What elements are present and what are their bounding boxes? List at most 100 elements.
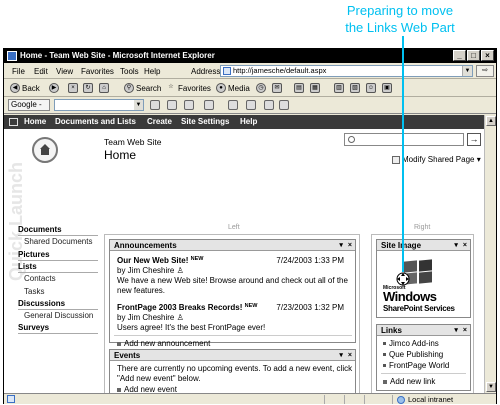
back-arrow-icon: ◀ [10,83,20,93]
search-go-button[interactable]: → [467,133,481,146]
messenger-button[interactable]: ☺ [366,83,376,93]
ql-discussions[interactable]: Discussions [18,299,65,308]
scroll-up-icon[interactable]: ▲ [486,116,496,126]
back-button[interactable]: ◀ Back [10,83,40,93]
nav-site-settings[interactable]: Site Settings [181,115,229,129]
favorites-button[interactable]: ☆ Favorites [166,83,211,93]
web-part-close-icon[interactable]: × [463,240,467,251]
ql-pictures[interactable]: Pictures [18,250,50,259]
site-search-input[interactable] [344,133,464,146]
ql-general-discussion[interactable]: General Discussion [24,311,93,320]
nav-create[interactable]: Create [147,115,172,129]
page-viewport: Home Documents and Lists Create Site Set… [4,115,484,393]
callout-line-2: the Links Web Part [345,20,455,35]
web-part-close-icon[interactable]: × [463,325,467,336]
ql-lists[interactable]: Lists [18,262,37,271]
discuss-button[interactable]: ▥ [334,83,344,93]
web-part-menu-icon[interactable]: ▾ [454,240,458,251]
media-button[interactable]: ● Media [216,83,250,93]
web-part-close-icon[interactable]: × [348,240,352,251]
ql-surveys[interactable]: Surveys [18,323,49,332]
mail-button[interactable]: ✉ [272,83,282,93]
bullet-icon [383,379,387,384]
page-title: Home [104,148,137,162]
left-zone-label: Left [228,224,240,231]
menu-file[interactable]: File [12,67,25,76]
google-highlight-icon[interactable] [279,100,289,110]
address-input[interactable]: http://jamesche/default.aspx ▼ [220,65,473,77]
google-images-icon[interactable] [184,100,194,110]
search-icon: ⚲ [124,83,134,93]
web-part-menu-icon[interactable]: ▾ [454,325,458,336]
vertical-scrollbar[interactable]: ▲ ▼ [484,115,496,393]
print-icon: ▤ [294,83,304,93]
ql-documents[interactable]: Documents [18,225,62,234]
google-news-icon[interactable] [204,100,214,110]
modify-shared-page-link[interactable]: Modify Shared Page ▾ [392,155,481,164]
add-new-announcement-link[interactable]: Add new announcement [117,339,210,348]
search-button[interactable]: ⚲ Search [124,83,161,93]
announcement-title-link[interactable]: FrontPage 2003 Breaks Records! NEW [117,303,257,312]
menu-favorites[interactable]: Favorites [81,67,114,76]
site-image-title-bar[interactable]: Site Image ▾ × [377,240,470,251]
google-info-icon[interactable] [228,100,238,110]
menu-edit[interactable]: Edit [34,67,48,76]
refresh-button[interactable]: ↻ [83,83,93,93]
announcements-title-bar[interactable]: Announcements ▾ × [110,240,355,251]
callout-line-1: Preparing to move [346,3,454,18]
new-badge: NEW [190,256,204,262]
web-part-menu-icon[interactable]: ▾ [339,240,343,251]
edit-button[interactable]: ▦ [310,83,320,93]
google-search-input[interactable]: ▼ [54,99,144,111]
links-web-part: Links ▾ × Jimco Add-ins Que Publishing F… [376,324,471,391]
events-title-bar[interactable]: Events ▾ × [110,350,355,361]
forward-button[interactable]: ▶ [49,83,59,93]
title-bar[interactable]: Home - Team Web Site - Microsoft Interne… [4,49,496,63]
media-label: Media [228,83,250,93]
site-logo-icon[interactable] [32,137,58,163]
nav-documents-and-lists[interactable]: Documents and Lists [55,115,136,129]
link-item[interactable]: Jimco Add-ins [383,339,439,348]
tool-button[interactable]: ▣ [382,83,392,93]
menu-tools[interactable]: Tools [120,67,139,76]
web-part-close-icon[interactable]: × [348,350,352,361]
announcement-date: 7/23/2003 1:32 PM [276,303,344,312]
google-dropdown-icon[interactable]: ▼ [134,100,143,110]
google-up-icon[interactable] [264,100,274,110]
maximize-button[interactable]: □ [467,50,480,61]
menu-help[interactable]: Help [144,67,160,76]
ql-shared-documents[interactable]: Shared Documents [24,237,92,246]
google-search-icon[interactable] [150,100,160,110]
research-button[interactable]: ▧ [350,83,360,93]
bullet-icon [117,341,121,346]
status-page-icon [7,395,15,403]
history-button[interactable]: ◷ [256,83,266,93]
stop-button[interactable]: × [68,83,78,93]
edit-icon: ▦ [310,83,320,93]
web-part-menu-icon[interactable]: ▾ [339,350,343,361]
menu-view[interactable]: View [56,67,73,76]
scroll-down-icon[interactable]: ▼ [486,382,496,392]
address-dropdown-icon[interactable]: ▼ [462,66,472,76]
link-item[interactable]: FrontPage World [383,361,449,370]
home-button[interactable]: ⌂ [99,83,109,93]
person-icon: ♙ [176,313,184,322]
add-new-event-link[interactable]: Add new event [117,385,177,393]
go-button[interactable]: ⇨ [476,65,494,77]
nav-home[interactable]: Home [24,115,46,129]
minimize-button[interactable]: _ [453,50,466,61]
nav-help[interactable]: Help [240,115,257,129]
google-site-icon[interactable] [167,100,177,110]
print-button[interactable]: ▤ [294,83,304,93]
close-button[interactable]: × [481,50,494,61]
google-logo[interactable]: Google - [8,99,50,111]
announcement-date: 7/24/2003 1:33 PM [276,256,344,265]
google-page-icon[interactable] [246,100,256,110]
add-new-link[interactable]: Add new link [383,377,435,386]
links-title-bar[interactable]: Links ▾ × [377,325,470,336]
announcement-title-link[interactable]: Our New Web Site! NEW [117,256,204,265]
search-label: Search [136,83,162,93]
link-item[interactable]: Que Publishing [383,350,443,359]
ql-contacts[interactable]: Contacts [24,274,56,283]
ql-tasks[interactable]: Tasks [24,287,44,296]
